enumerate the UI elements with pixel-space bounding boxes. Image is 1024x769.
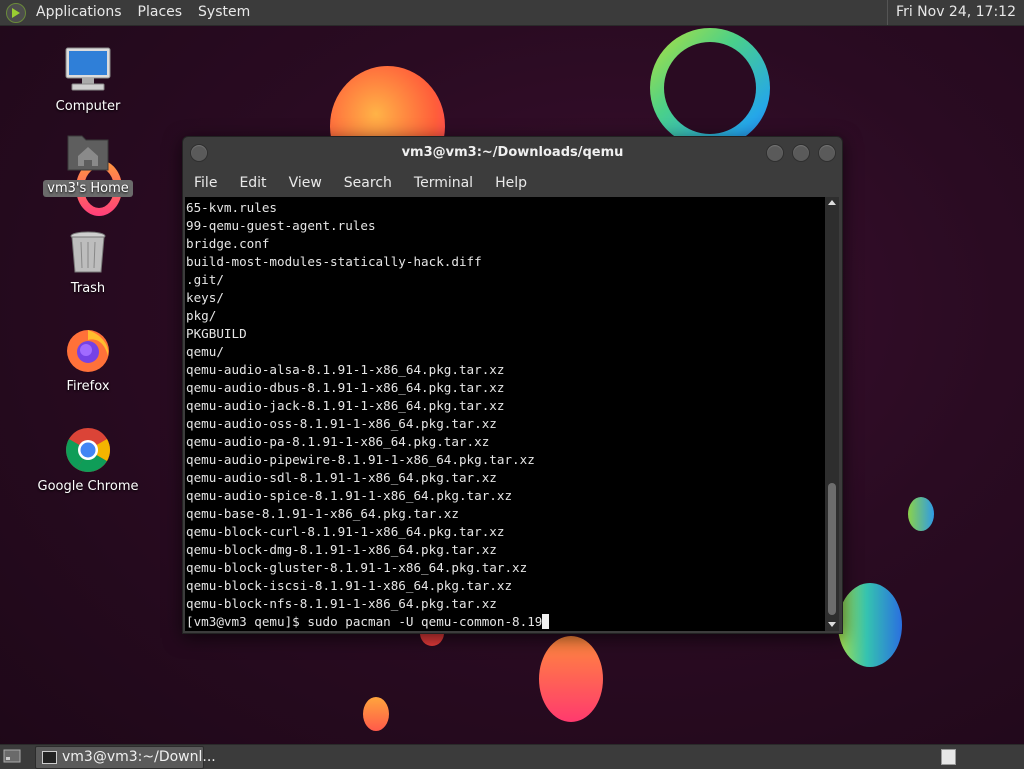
menu-search[interactable]: Search [333, 175, 403, 191]
terminal-line: bridge.conf [186, 236, 270, 251]
terminal-line: qemu-audio-alsa-8.1.91-1-x86_64.pkg.tar.… [186, 362, 505, 377]
close-button[interactable] [818, 144, 836, 162]
taskbar-item-terminal[interactable]: vm3@vm3:~/Downl... [35, 746, 216, 769]
terminal-line: qemu-audio-jack-8.1.91-1-x86_64.pkg.tar.… [186, 398, 505, 413]
menu-terminal[interactable]: Terminal [403, 175, 484, 191]
terminal-window[interactable]: vm3@vm3:~/Downloads/qemu File Edit View … [182, 136, 843, 634]
terminal-line: qemu-block-curl-8.1.91-1-x86_64.pkg.tar.… [186, 524, 505, 539]
clock[interactable]: Fri Nov 24, 17:12 [887, 0, 1024, 25]
terminal-line: qemu-block-iscsi-8.1.91-1-x86_64.pkg.tar… [186, 578, 513, 593]
menu-help[interactable]: Help [484, 175, 538, 191]
home-folder-icon [64, 128, 112, 176]
terminal-line: pkg/ [186, 308, 217, 323]
terminal-line: 99-qemu-guest-agent.rules [186, 218, 376, 233]
desktop-icon-label: Google Chrome [37, 479, 139, 494]
maximize-button[interactable] [792, 144, 810, 162]
terminal-line: qemu-audio-pa-8.1.91-1-x86_64.pkg.tar.xz [186, 434, 490, 449]
menu-file[interactable]: File [183, 175, 228, 191]
taskbar-item-label: vm3@vm3:~/Downl... [62, 749, 216, 765]
show-desktop-icon[interactable] [3, 748, 21, 764]
terminal-icon [42, 751, 57, 764]
terminal-menubar: File Edit View Search Terminal Help [183, 171, 842, 195]
terminal-output[interactable]: 65-kvm.rules 99-qemu-guest-agent.rules b… [185, 197, 825, 631]
chrome-icon [64, 426, 112, 474]
terminal-line: qemu-audio-sdl-8.1.91-1-x86_64.pkg.tar.x… [186, 470, 497, 485]
menu-edit[interactable]: Edit [228, 175, 277, 191]
menu-system[interactable]: System [190, 0, 258, 25]
window-menu-button[interactable] [190, 144, 208, 162]
wallpaper-small-drop [363, 697, 389, 731]
scroll-up-icon[interactable] [828, 200, 836, 205]
desktop-icon-chrome[interactable]: Google Chrome [33, 426, 143, 495]
desktop-icon-label: Trash [70, 281, 106, 296]
text-cursor [542, 614, 550, 629]
wallpaper-blue-drop [908, 497, 934, 531]
scroll-down-icon[interactable] [828, 622, 836, 627]
desktop-icon-firefox[interactable]: Firefox [33, 326, 143, 395]
terminal-line: qemu-audio-dbus-8.1.91-1-x86_64.pkg.tar.… [186, 380, 505, 395]
terminal-line: qemu-block-gluster-8.1.91-1-x86_64.pkg.t… [186, 560, 528, 575]
desktop-icon-computer[interactable]: Computer [33, 46, 143, 115]
menu-applications[interactable]: Applications [28, 0, 130, 25]
terminal-scrollbar[interactable] [825, 197, 839, 631]
trash-icon [64, 228, 112, 276]
desktop-icon-home[interactable]: vm3's Home [33, 128, 143, 197]
terminal-line: qemu-block-nfs-8.1.91-1-x86_64.pkg.tar.x… [186, 596, 497, 611]
terminal-line: keys/ [186, 290, 224, 305]
wallpaper-ring [650, 28, 770, 148]
terminal-line: .git/ [186, 272, 224, 287]
window-titlebar[interactable]: vm3@vm3:~/Downloads/qemu [183, 137, 842, 169]
desktop-icon-label: Firefox [66, 379, 110, 394]
terminal-line: qemu-block-dmg-8.1.91-1-x86_64.pkg.tar.x… [186, 542, 497, 557]
terminal-line: qemu-base-8.1.91-1-x86_64.pkg.tar.xz [186, 506, 459, 521]
workspace-switcher[interactable] [941, 749, 956, 765]
desktop-icon-label: vm3's Home [43, 180, 133, 197]
terminal-prompt-line[interactable]: [vm3@vm3 qemu]$ sudo pacman -U qemu-comm… [185, 613, 825, 631]
terminal-line: qemu/ [186, 344, 224, 359]
terminal-line: qemu-audio-pipewire-8.1.91-1-x86_64.pkg.… [186, 452, 535, 467]
minimize-button[interactable] [766, 144, 784, 162]
bottom-panel: vm3@vm3:~/Downl... [0, 744, 1024, 769]
distro-logo-icon[interactable] [6, 2, 26, 23]
terminal-output-lines: 65-kvm.rules 99-qemu-guest-agent.rules b… [185, 197, 825, 613]
shell-prompt: [vm3@vm3 qemu]$ [186, 614, 308, 629]
menu-places[interactable]: Places [130, 0, 191, 25]
typed-command: sudo pacman -U qemu-common-8.19 [307, 614, 543, 629]
desktop-icon-trash[interactable]: Trash [33, 228, 143, 297]
top-panel: Applications Places System Fri Nov 24, 1… [0, 0, 1024, 26]
terminal-line: qemu-audio-spice-8.1.91-1-x86_64.pkg.tar… [186, 488, 513, 503]
desktop-icon-label: Computer [55, 99, 121, 114]
firefox-icon [64, 326, 112, 374]
menu-view[interactable]: View [278, 175, 333, 191]
wallpaper-orange-drop [539, 636, 603, 722]
scrollbar-thumb[interactable] [828, 483, 836, 615]
terminal-line: build-most-modules-statically-hack.diff [186, 254, 482, 269]
wallpaper-green-blob [838, 583, 902, 667]
computer-icon [64, 46, 112, 94]
terminal-line: qemu-audio-oss-8.1.91-1-x86_64.pkg.tar.x… [186, 416, 497, 431]
terminal-line: PKGBUILD [186, 326, 247, 341]
terminal-line: 65-kvm.rules [186, 200, 277, 215]
window-title: vm3@vm3:~/Downloads/qemu [401, 145, 624, 160]
